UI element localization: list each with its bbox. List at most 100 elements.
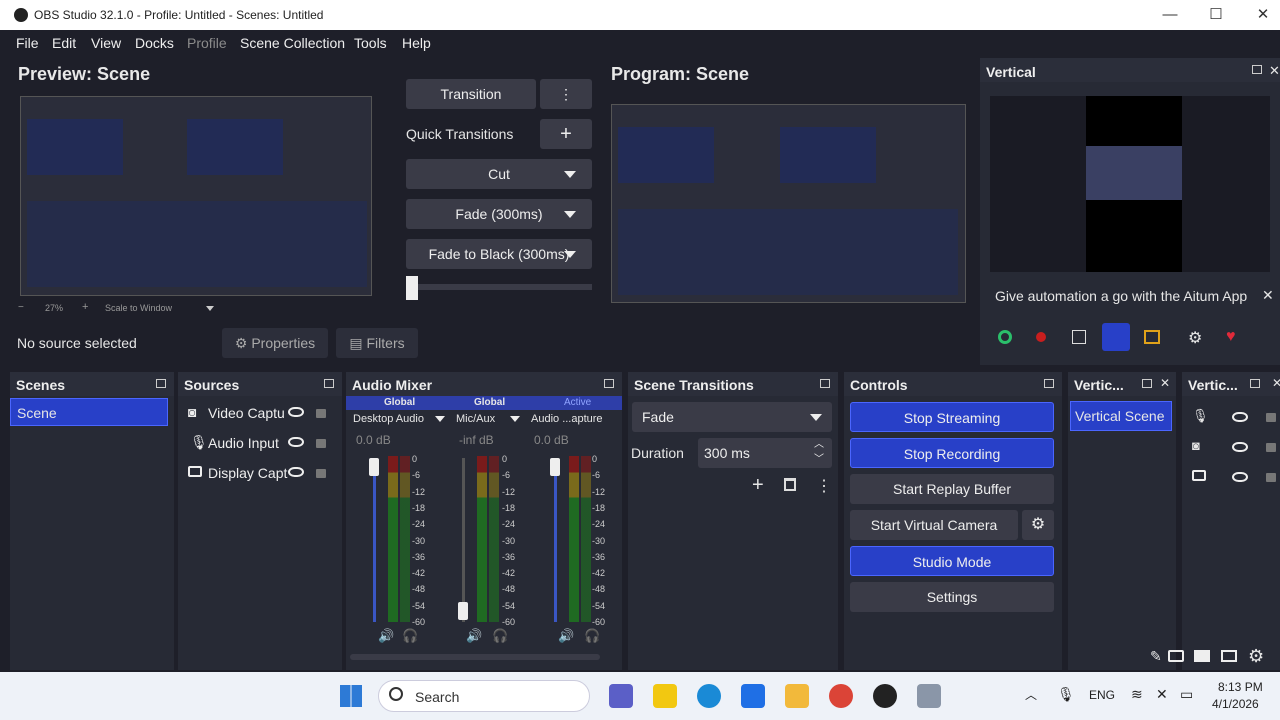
add-transition-icon[interactable]: + bbox=[752, 474, 764, 497]
speaker-icon[interactable]: 🔊 bbox=[558, 628, 574, 644]
app-icon[interactable] bbox=[653, 684, 677, 708]
tbar-handle[interactable] bbox=[406, 276, 418, 300]
vertical-active-icon[interactable] bbox=[1102, 323, 1130, 351]
clock-time[interactable]: 8:13 PM bbox=[1218, 680, 1263, 694]
stepper-down-icon[interactable]: ﹀ bbox=[814, 445, 824, 475]
teams-icon[interactable] bbox=[609, 684, 633, 708]
obs-taskbar-icon[interactable] bbox=[873, 684, 897, 708]
menu-docks[interactable]: Docks bbox=[135, 35, 174, 51]
add-quick-transition-button[interactable]: + bbox=[540, 119, 592, 149]
lock-icon[interactable] bbox=[1266, 473, 1276, 482]
fade-transition-button[interactable]: Fade (300ms) bbox=[406, 199, 592, 229]
fade-black-transition-button[interactable]: Fade to Black (300ms) bbox=[406, 239, 592, 269]
clock-date[interactable]: 4/1/2026 bbox=[1212, 697, 1259, 711]
scene-item[interactable]: Scene bbox=[10, 398, 168, 426]
volume-slider[interactable] bbox=[462, 458, 465, 622]
popout-icon[interactable] bbox=[156, 379, 166, 388]
menu-view[interactable]: View bbox=[91, 35, 121, 51]
volume-slider[interactable] bbox=[554, 458, 557, 622]
maximize-button[interactable]: ☐ bbox=[1206, 5, 1226, 25]
scale-select[interactable]: Scale to Window bbox=[105, 303, 172, 313]
eye-icon[interactable] bbox=[288, 467, 304, 477]
eye-icon[interactable] bbox=[288, 407, 304, 417]
close-promo-icon[interactable]: ✕ bbox=[1262, 287, 1274, 304]
close-icon[interactable]: ✕ bbox=[1272, 376, 1280, 390]
tbar-track[interactable] bbox=[406, 284, 592, 290]
start-virtual-camera-button[interactable]: Start Virtual Camera bbox=[850, 510, 1018, 540]
menu-edit[interactable]: Edit bbox=[52, 35, 76, 51]
virtual-camera-settings-button[interactable]: ⚙ bbox=[1022, 510, 1054, 540]
more-options-icon[interactable]: ⋮ bbox=[816, 476, 832, 496]
virtual-cam-icon[interactable] bbox=[1144, 330, 1160, 344]
camera-app-icon[interactable] bbox=[917, 684, 941, 708]
heart-icon[interactable]: ♥ bbox=[1226, 328, 1236, 346]
trash-icon[interactable] bbox=[784, 478, 796, 491]
record-icon[interactable] bbox=[1036, 332, 1046, 342]
lock-icon[interactable] bbox=[316, 469, 326, 478]
popout-icon[interactable] bbox=[604, 379, 614, 388]
popout-icon[interactable] bbox=[1250, 379, 1260, 388]
volume-slider-handle[interactable] bbox=[550, 458, 560, 476]
video-icon[interactable] bbox=[1194, 650, 1210, 662]
eye-icon[interactable] bbox=[1232, 472, 1248, 482]
screenshot-icon[interactable] bbox=[1168, 650, 1184, 662]
settings-button[interactable]: Settings bbox=[850, 582, 1054, 612]
menu-profile[interactable]: Profile bbox=[187, 35, 227, 51]
studio-mode-button[interactable]: Studio Mode bbox=[850, 546, 1054, 576]
chevron-down-icon[interactable] bbox=[435, 416, 445, 422]
popout-icon[interactable] bbox=[1142, 379, 1152, 388]
popout-icon[interactable] bbox=[1044, 379, 1054, 388]
transition-select[interactable]: Fade bbox=[632, 402, 832, 432]
wifi-icon[interactable]: ≋ bbox=[1131, 686, 1143, 703]
start-replay-buffer-button[interactable]: Start Replay Buffer bbox=[850, 474, 1054, 504]
chrome-icon[interactable] bbox=[829, 684, 853, 708]
vertical-close-icon[interactable]: ✕ bbox=[1269, 63, 1280, 79]
speaker-icon[interactable]: 🔊 bbox=[466, 628, 482, 644]
properties-button[interactable]: ⚙ Properties bbox=[222, 328, 328, 358]
multiview-icon[interactable] bbox=[1221, 650, 1237, 662]
volume-slider[interactable] bbox=[373, 458, 376, 622]
stream-status-icon[interactable] bbox=[998, 330, 1012, 344]
zoom-in-button[interactable]: + bbox=[82, 301, 88, 313]
filters-button[interactable]: ▤ Filters bbox=[336, 328, 418, 358]
menu-tools[interactable]: Tools bbox=[354, 35, 387, 51]
popout-icon[interactable] bbox=[324, 379, 334, 388]
headphones-icon[interactable]: 🎧 bbox=[584, 628, 600, 644]
popout-icon[interactable] bbox=[820, 379, 830, 388]
scale-dropdown-icon[interactable] bbox=[206, 306, 214, 311]
lock-icon[interactable] bbox=[1266, 443, 1276, 452]
speaker-icon[interactable]: 🔊 bbox=[378, 628, 394, 644]
duration-input[interactable]: 300 ms ︿ ﹀ bbox=[698, 438, 832, 468]
preview-canvas[interactable] bbox=[20, 96, 372, 296]
taskbar-search[interactable]: Search bbox=[378, 680, 590, 712]
eye-icon[interactable] bbox=[1232, 412, 1248, 422]
popout-icon[interactable] bbox=[1252, 65, 1262, 74]
eye-icon[interactable] bbox=[288, 437, 304, 447]
settings-gear-icon[interactable]: ⚙ bbox=[1248, 646, 1264, 667]
stop-recording-button[interactable]: Stop Recording bbox=[850, 438, 1054, 468]
transition-menu-button[interactable]: ⋮ bbox=[540, 79, 592, 109]
microphone-icon[interactable]: 🎙 bbox=[1057, 686, 1075, 703]
gear-icon[interactable]: ⚙ bbox=[1188, 328, 1202, 348]
headphones-icon[interactable]: 🎧 bbox=[402, 628, 418, 644]
close-button[interactable]: ✕ bbox=[1253, 5, 1273, 25]
edge-icon[interactable] bbox=[697, 684, 721, 708]
close-icon[interactable]: ✕ bbox=[1160, 376, 1170, 390]
menu-file[interactable]: File bbox=[16, 35, 39, 51]
windows-start-icon[interactable] bbox=[340, 685, 362, 707]
volume-icon[interactable]: ✕ bbox=[1156, 686, 1168, 703]
vertical-scene-item[interactable]: Vertical Scene bbox=[1070, 401, 1172, 431]
zoom-out-button[interactable]: − bbox=[18, 302, 24, 313]
mixer-scrollbar[interactable] bbox=[350, 654, 600, 660]
chevron-down-icon[interactable] bbox=[510, 416, 520, 422]
chevron-up-icon[interactable]: ︿ bbox=[1025, 686, 1037, 703]
replay-icon[interactable] bbox=[1072, 330, 1086, 344]
minimize-button[interactable]: — bbox=[1160, 5, 1180, 25]
edit-icon[interactable]: ✎ bbox=[1150, 648, 1162, 665]
lock-icon[interactable] bbox=[316, 439, 326, 448]
headphones-icon[interactable]: 🎧 bbox=[492, 628, 508, 644]
file-explorer-icon[interactable] bbox=[785, 684, 809, 708]
language-indicator[interactable]: ENG bbox=[1089, 688, 1115, 702]
menu-scene-collection[interactable]: Scene Collection bbox=[240, 35, 345, 51]
cut-transition-button[interactable]: Cut bbox=[406, 159, 592, 189]
